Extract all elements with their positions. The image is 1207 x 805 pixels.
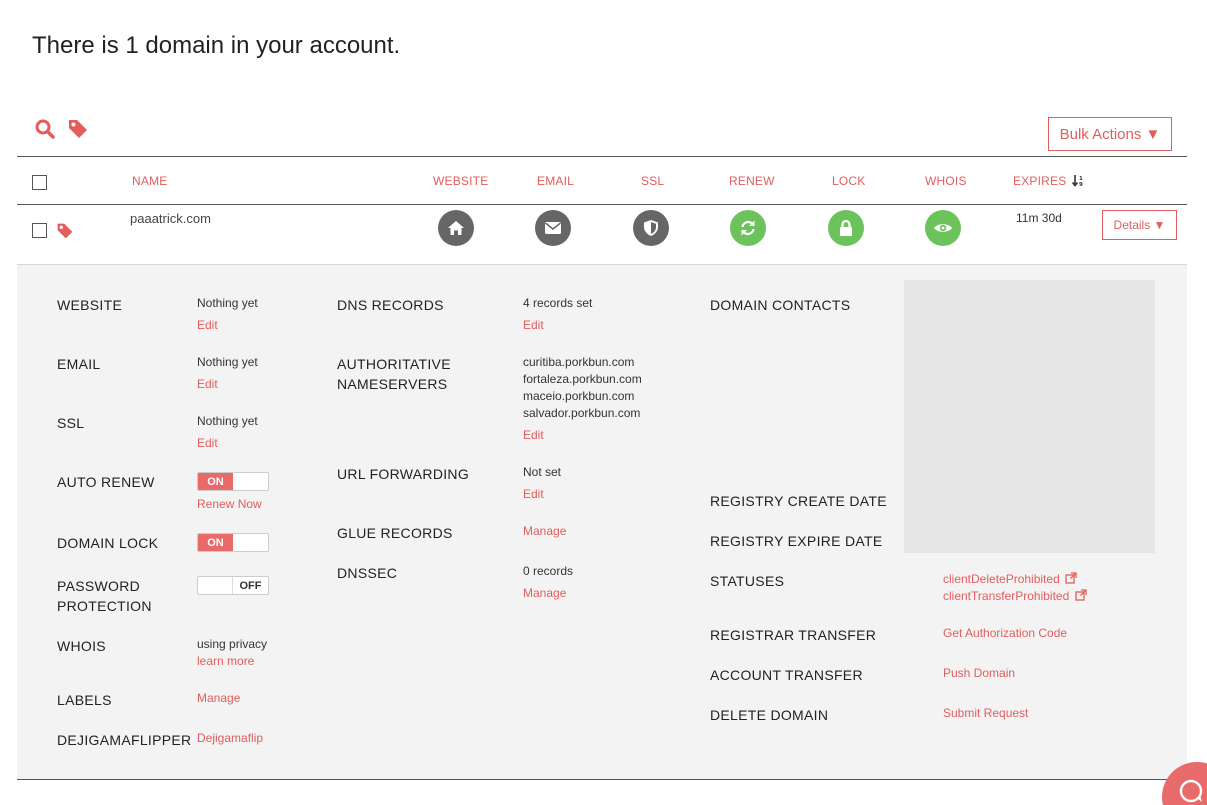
nameserver-list: curitiba.porkbun.com fortaleza.porkbun.c… xyxy=(523,354,642,422)
dejigamaflip-link[interactable]: Dejigamaflip xyxy=(197,730,263,747)
password-label-line1: PASSWORD xyxy=(57,578,141,594)
email-edit-link[interactable]: Edit xyxy=(197,376,218,393)
delete-domain-label: DELETE DOMAIN xyxy=(710,707,829,723)
external-link-icon xyxy=(1074,589,1087,606)
auto-renew-toggle[interactable]: ON xyxy=(197,472,269,491)
expires-value: 11m 30d xyxy=(1016,211,1062,225)
website-value: Nothing yet xyxy=(197,296,258,310)
nameserver-item: maceio.porkbun.com xyxy=(523,389,635,403)
nameservers-label: AUTHORITATIVE NAMESERVERS xyxy=(337,354,451,394)
labels-manage-link[interactable]: Manage xyxy=(197,690,240,707)
status-text: clientDeleteProhibited xyxy=(943,572,1060,586)
email-value: Nothing yet xyxy=(197,355,258,369)
push-domain-link[interactable]: Push Domain xyxy=(943,665,1015,682)
glue-records-manage-link[interactable]: Manage xyxy=(523,523,566,540)
submit-request-link[interactable]: Submit Request xyxy=(943,705,1028,722)
tag-icon[interactable] xyxy=(67,118,89,140)
svg-text:9: 9 xyxy=(1079,182,1083,187)
external-link-icon xyxy=(1065,572,1077,589)
password-protection-label: PASSWORD PROTECTION xyxy=(57,576,152,616)
dejigamaflipper-label: DEJIGAMAFLIPPER xyxy=(57,732,192,748)
glue-records-label: GLUE RECORDS xyxy=(337,525,453,541)
column-ssl[interactable]: SSL xyxy=(641,174,664,188)
nameserver-item: fortaleza.porkbun.com xyxy=(523,372,642,386)
domain-lock-toggle-state: ON xyxy=(198,534,233,551)
row-tag-icon[interactable] xyxy=(56,222,74,240)
table-header-border xyxy=(17,204,1187,205)
dnssec-manage-link[interactable]: Manage xyxy=(523,585,566,602)
bulk-actions-button[interactable]: Bulk Actions ▼ xyxy=(1048,117,1172,151)
dns-records-value: 4 records set xyxy=(523,296,593,310)
whois-label: WHOIS xyxy=(57,638,106,654)
get-authorization-code-link[interactable]: Get Authorization Code xyxy=(943,625,1067,642)
sort-icon: 19 xyxy=(1071,174,1084,190)
ssl-shield-icon[interactable] xyxy=(633,210,669,246)
labels-label: LABELS xyxy=(57,692,112,708)
column-expires-label: EXPIRES xyxy=(1013,174,1067,189)
website-label: WEBSITE xyxy=(57,297,123,313)
dns-edit-link[interactable]: Edit xyxy=(523,317,544,334)
status-link-transfer-prohibited[interactable]: clientTransferProhibited xyxy=(943,588,1087,606)
domain-contacts-label: DOMAIN CONTACTS xyxy=(710,297,851,313)
column-website[interactable]: WEBSITE xyxy=(433,174,488,188)
ssl-label: SSL xyxy=(57,415,85,431)
account-transfer-label: ACCOUNT TRANSFER xyxy=(710,667,863,683)
column-renew[interactable]: RENEW xyxy=(729,174,775,188)
column-whois[interactable]: WHOIS xyxy=(925,174,967,188)
status-link-delete-prohibited[interactable]: clientDeleteProhibited xyxy=(943,571,1077,589)
email-label: EMAIL xyxy=(57,356,101,372)
ssl-value: Nothing yet xyxy=(197,414,258,428)
dns-records-label: DNS RECORDS xyxy=(337,297,444,313)
details-button[interactable]: Details ▼ xyxy=(1102,210,1177,240)
registry-expire-date-label: REGISTRY EXPIRE DATE xyxy=(710,533,883,549)
nameserver-item: curitiba.porkbun.com xyxy=(523,355,635,369)
domain-contacts-placeholder xyxy=(904,280,1155,553)
search-icon[interactable] xyxy=(35,119,55,139)
password-toggle-state: OFF xyxy=(239,579,262,592)
domain-name[interactable]: paaatrick.com xyxy=(130,211,211,226)
row-checkbox[interactable] xyxy=(32,223,47,238)
column-lock[interactable]: LOCK xyxy=(832,174,865,188)
url-forwarding-edit-link[interactable]: Edit xyxy=(523,486,544,503)
whois-eye-icon[interactable] xyxy=(925,210,961,246)
nameservers-label-line2: NAMESERVERS xyxy=(337,376,448,392)
dnssec-value: 0 records xyxy=(523,564,574,578)
website-home-icon[interactable] xyxy=(438,210,474,246)
select-all-checkbox[interactable] xyxy=(32,175,47,190)
renew-refresh-icon[interactable] xyxy=(730,210,766,246)
column-expires[interactable]: EXPIRES 19 xyxy=(1013,174,1084,190)
url-forwarding-label: URL FORWARDING xyxy=(337,466,470,482)
password-label-line2: PROTECTION xyxy=(57,598,152,614)
email-envelope-icon[interactable] xyxy=(535,210,571,246)
whois-value: using privacy xyxy=(197,637,268,651)
password-protection-toggle[interactable]: OFF xyxy=(197,576,269,595)
domain-lock-label: DOMAIN LOCK xyxy=(57,535,159,551)
nameservers-edit-link[interactable]: Edit xyxy=(523,427,544,444)
renew-now-link[interactable]: Renew Now xyxy=(197,496,262,513)
registrar-transfer-label: REGISTRAR TRANSFER xyxy=(710,627,877,643)
lock-padlock-icon[interactable] xyxy=(828,210,864,246)
whois-learn-more-link[interactable]: learn more xyxy=(197,653,254,670)
chat-bubble-icon xyxy=(1179,779,1203,803)
domain-lock-toggle[interactable]: ON xyxy=(197,533,269,552)
column-name[interactable]: NAME xyxy=(132,174,167,188)
registry-create-date-label: REGISTRY CREATE DATE xyxy=(710,493,887,509)
page-title: There is 1 domain in your account. xyxy=(32,32,401,59)
nameserver-item: salvador.porkbun.com xyxy=(523,406,641,420)
statuses-label: STATUSES xyxy=(710,573,785,589)
url-forwarding-value: Not set xyxy=(523,465,562,479)
column-email[interactable]: EMAIL xyxy=(537,174,574,188)
auto-renew-label: AUTO RENEW xyxy=(57,474,155,490)
website-edit-link[interactable]: Edit xyxy=(197,317,218,334)
dnssec-label: DNSSEC xyxy=(337,565,398,581)
status-text: clientTransferProhibited xyxy=(943,589,1070,603)
table-top-border xyxy=(17,156,1187,157)
nameservers-label-line1: AUTHORITATIVE xyxy=(337,356,451,372)
auto-renew-toggle-state: ON xyxy=(198,473,233,490)
ssl-edit-link[interactable]: Edit xyxy=(197,435,218,452)
